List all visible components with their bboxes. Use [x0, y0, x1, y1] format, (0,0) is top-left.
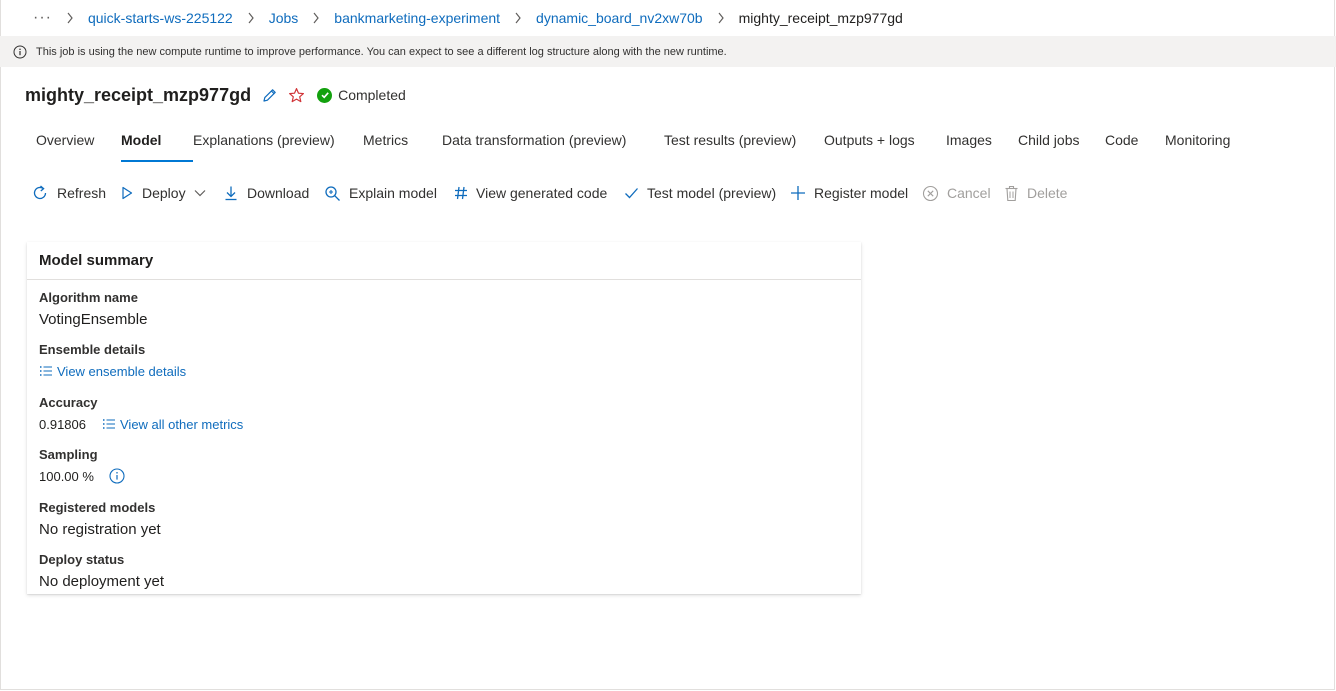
title-row: mighty_receipt_mzp977gd Completed	[25, 83, 406, 107]
accuracy-row: 0.91806 View all other metrics	[39, 415, 243, 433]
chevron-right-icon	[312, 12, 320, 24]
sampling-value: 100.00 %	[39, 468, 94, 484]
sampling-label: Sampling	[39, 447, 98, 462]
chevron-down-icon	[194, 189, 206, 197]
tab-child-jobs[interactable]: Child jobs	[1018, 128, 1105, 162]
download-icon	[223, 185, 239, 201]
card-title: Model summary	[27, 242, 861, 280]
banner-text: This job is using the new compute runtim…	[36, 45, 727, 58]
edit-pencil-icon[interactable]	[261, 87, 278, 104]
ensemble-label: Ensemble details	[39, 342, 146, 357]
register-model-label: Register model	[814, 185, 909, 201]
delete-button[interactable]: Delete	[1004, 185, 1067, 202]
breadcrumb-workspace[interactable]: quick-starts-ws-225122	[88, 10, 233, 26]
accuracy-label: Accuracy	[39, 395, 98, 410]
tab-outputs-logs[interactable]: Outputs + logs	[824, 128, 946, 162]
chevron-right-icon	[247, 12, 255, 24]
refresh-icon	[31, 184, 49, 202]
tab-bar: Overview Model Explanations (preview) Me…	[36, 128, 1240, 162]
view-generated-code-button[interactable]: View generated code	[454, 185, 624, 201]
registered-models-value: No registration yet	[39, 520, 161, 538]
info-icon	[13, 45, 27, 59]
hashtag-icon	[454, 186, 468, 200]
deploy-label: Deploy	[142, 185, 186, 201]
algorithm-value: VotingEnsemble	[39, 310, 148, 328]
delete-label: Delete	[1027, 185, 1068, 201]
deploy-status-label: Deploy status	[39, 552, 125, 567]
refresh-label: Refresh	[57, 185, 107, 201]
tab-code[interactable]: Code	[1105, 128, 1165, 162]
sampling-row: 100.00 %	[39, 467, 125, 485]
plus-icon	[790, 185, 806, 201]
checkmark-icon	[624, 186, 639, 200]
ensemble-value: View ensemble details	[39, 362, 186, 380]
chevron-right-icon	[514, 12, 522, 24]
list-icon	[102, 418, 116, 430]
test-model-button[interactable]: Test model (preview)	[624, 185, 790, 201]
tab-metrics[interactable]: Metrics	[363, 128, 442, 162]
chevron-right-icon	[717, 12, 725, 24]
trash-icon	[1004, 185, 1019, 202]
tab-model[interactable]: Model	[121, 128, 193, 162]
breadcrumb-parent-job[interactable]: dynamic_board_nv2xw70b	[536, 10, 703, 26]
model-summary-card: Model summary Algorithm name VotingEnsem…	[27, 242, 861, 594]
tab-monitoring[interactable]: Monitoring	[1165, 128, 1240, 162]
list-icon	[39, 365, 53, 377]
search-zoom-icon	[324, 185, 341, 202]
tab-images[interactable]: Images	[946, 128, 1018, 162]
deploy-button[interactable]: Deploy	[120, 185, 223, 201]
breadcrumb-jobs[interactable]: Jobs	[269, 10, 299, 26]
algorithm-field: Algorithm name VotingEnsemble	[39, 290, 147, 328]
breadcrumb-current: mighty_receipt_mzp977gd	[738, 10, 903, 26]
explain-model-label: Explain model	[349, 185, 437, 201]
page-title: mighty_receipt_mzp977gd	[25, 84, 252, 105]
cancel-circle-icon	[922, 185, 939, 202]
test-model-label: Test model (preview)	[647, 185, 777, 201]
play-icon	[120, 186, 134, 200]
breadcrumb-more-button[interactable]: ···	[33, 9, 52, 27]
download-label: Download	[247, 185, 310, 201]
sampling-field: Sampling 100.00 %	[39, 447, 125, 485]
deploy-status-value: No deployment yet	[39, 572, 165, 590]
registered-models-field: Registered models No registration yet	[39, 500, 161, 538]
view-all-metrics-link[interactable]: View all other metrics	[102, 417, 243, 432]
accuracy-field: Accuracy 0.91806 View all other metrics	[39, 395, 243, 433]
register-model-button[interactable]: Register model	[790, 185, 922, 201]
chevron-right-icon	[66, 12, 74, 24]
explain-model-button[interactable]: Explain model	[324, 185, 454, 202]
view-ensemble-details-label: View ensemble details	[57, 363, 187, 379]
registered-models-label: Registered models	[39, 500, 156, 515]
command-bar: Refresh Deploy Download Explain model Vi…	[31, 182, 1067, 204]
accuracy-value: 0.91806	[39, 416, 86, 432]
refresh-button[interactable]: Refresh	[31, 184, 120, 202]
breadcrumb: ··· quick-starts-ws-225122 Jobs bankmark…	[0, 0, 1336, 36]
tab-overview[interactable]: Overview	[36, 128, 121, 162]
cancel-label: Cancel	[947, 185, 991, 201]
download-button[interactable]: Download	[223, 185, 324, 201]
info-icon[interactable]	[109, 468, 125, 484]
info-banner: This job is using the new compute runtim…	[0, 36, 1336, 67]
status-text: Completed	[338, 87, 406, 103]
view-all-metrics-label: View all other metrics	[120, 416, 244, 432]
status-badge: Completed	[317, 87, 406, 103]
view-generated-code-label: View generated code	[476, 185, 608, 201]
deploy-status-field: Deploy status No deployment yet	[39, 552, 164, 590]
view-ensemble-details-link[interactable]: View ensemble details	[39, 364, 186, 379]
breadcrumb-experiment[interactable]: bankmarketing-experiment	[334, 10, 500, 26]
ensemble-field: Ensemble details View ensemble details	[39, 342, 186, 380]
tab-explanations[interactable]: Explanations (preview)	[193, 128, 363, 162]
tab-data-transformation[interactable]: Data transformation (preview)	[442, 128, 664, 162]
favorite-star-icon[interactable]	[288, 87, 305, 104]
checkmark-circle-icon	[317, 87, 333, 103]
algorithm-label: Algorithm name	[39, 290, 138, 305]
tab-test-results[interactable]: Test results (preview)	[664, 128, 824, 162]
cancel-button[interactable]: Cancel	[922, 185, 1004, 202]
